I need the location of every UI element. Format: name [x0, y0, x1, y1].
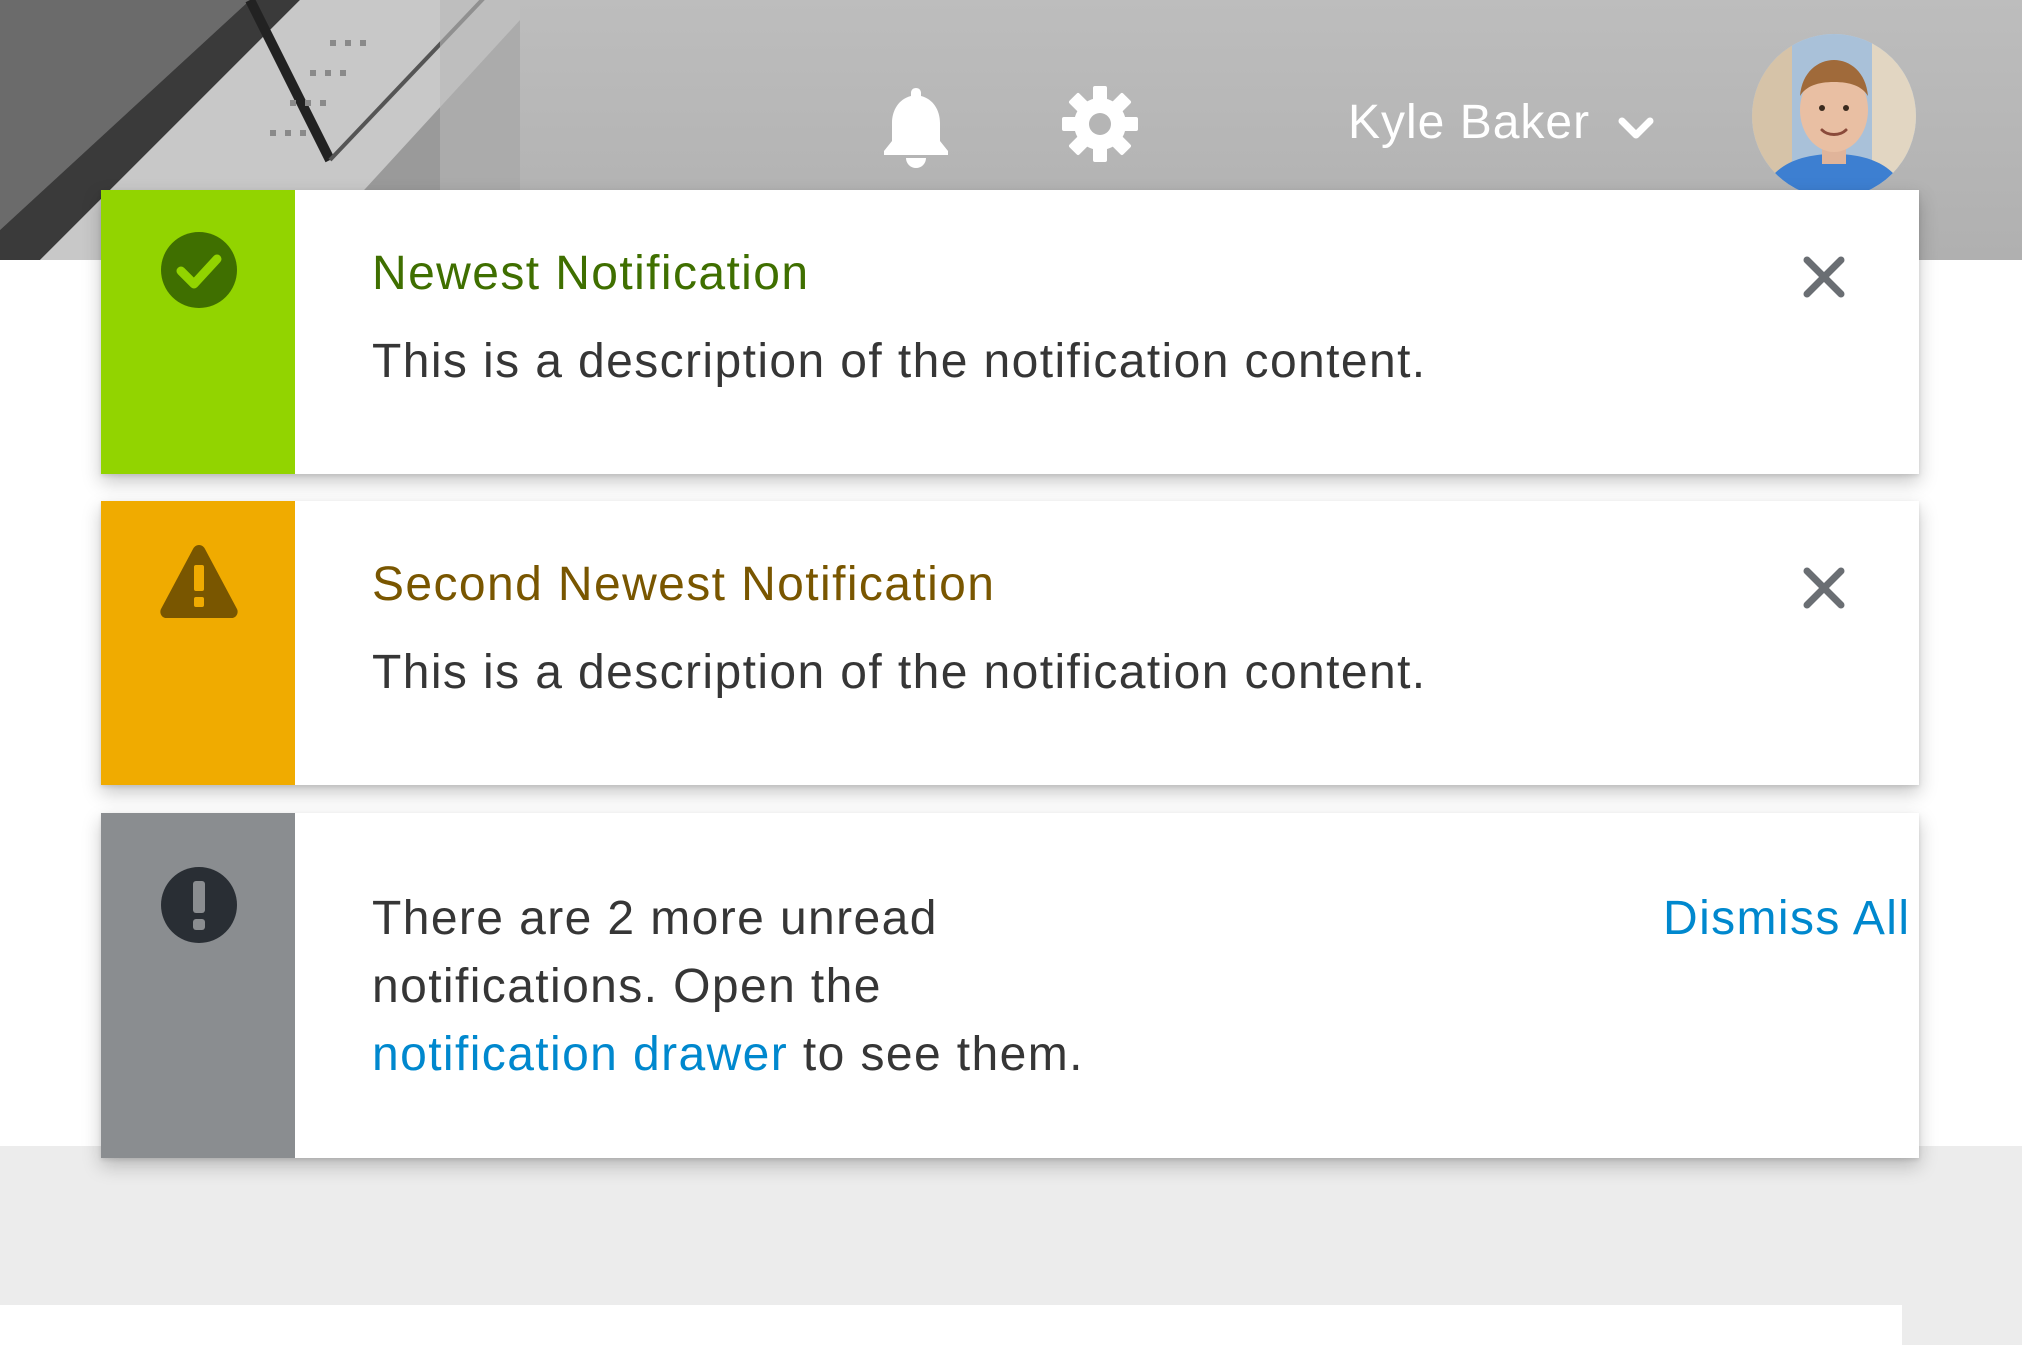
exclamation-circle-icon	[161, 867, 237, 943]
overflow-message-line: notifications. Open the	[372, 960, 882, 1013]
warning-triangle-icon	[160, 545, 238, 618]
overflow-message-suffix: to see them.	[788, 1028, 1084, 1081]
avatar-image	[1752, 34, 1916, 198]
overflow-message-line: notification drawer to see them.	[372, 1021, 1272, 1089]
toast-warning: Second Newest Notification This is a des…	[101, 501, 1919, 785]
toast-description: This is a description of the notificatio…	[372, 646, 1427, 699]
check-circle-icon	[161, 232, 237, 308]
notification-drawer-link[interactable]: notification drawer	[372, 1028, 788, 1081]
toast-success: Newest Notification This is a descriptio…	[101, 190, 1919, 474]
toast-description: This is a description of the notificatio…	[372, 335, 1427, 388]
toast-status-bar	[101, 813, 295, 1158]
bell-icon[interactable]	[880, 84, 952, 168]
overflow-message: There are 2 more unread notifications. O…	[372, 885, 1272, 1089]
avatar[interactable]	[1752, 34, 1916, 198]
gear-icon[interactable]	[1062, 86, 1138, 162]
content-card	[0, 1305, 1902, 1345]
overflow-message-line: There are 2 more unread	[372, 892, 938, 945]
user-name: Kyle Baker	[1348, 95, 1591, 149]
dismiss-all-button[interactable]: Dismiss All	[1663, 885, 1910, 953]
toast-title: Newest Notification	[372, 247, 810, 300]
chevron-down-icon	[1618, 117, 1654, 139]
close-icon[interactable]	[1801, 254, 1847, 300]
toast-status-bar	[101, 190, 295, 474]
user-menu-toggle[interactable]: Kyle Baker	[1348, 90, 1656, 154]
toast-title: Second Newest Notification	[372, 558, 996, 611]
close-icon[interactable]	[1801, 565, 1847, 611]
toast-status-bar	[101, 501, 295, 785]
toast-overflow: There are 2 more unread notifications. O…	[101, 813, 1919, 1158]
